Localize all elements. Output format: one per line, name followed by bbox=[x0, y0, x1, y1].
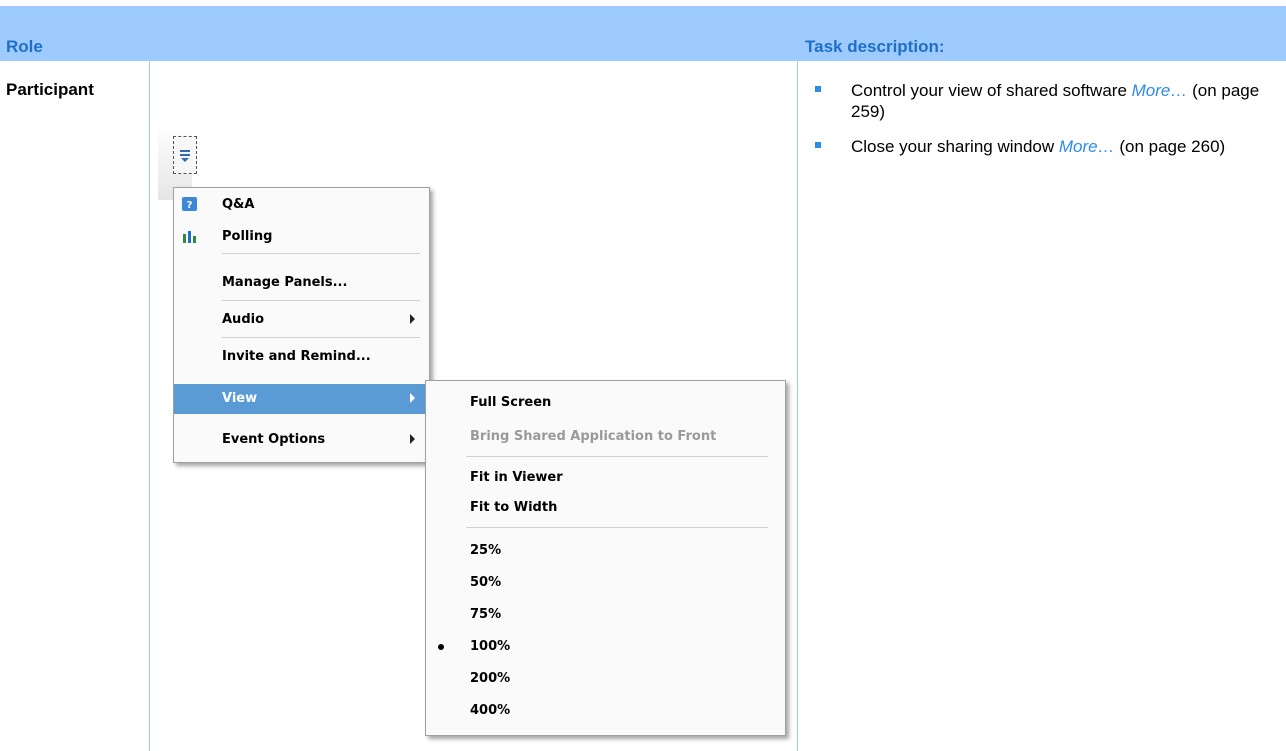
menu-item-polling[interactable]: Polling bbox=[174, 222, 429, 252]
menu-item-label: 200% bbox=[470, 671, 511, 686]
submenu-item-zoom-50[interactable]: 50% bbox=[426, 568, 785, 598]
menu-item-label: Q&A bbox=[222, 197, 255, 212]
menu-item-label: 25% bbox=[470, 543, 502, 558]
submenu-item-zoom-400[interactable]: 400% bbox=[426, 696, 785, 726]
menu-item-label: Fit in Viewer bbox=[470, 470, 563, 485]
menu-item-label: Fit to Width bbox=[470, 500, 558, 515]
menu-item-label: Polling bbox=[222, 229, 273, 244]
task-text: Close your sharing window bbox=[851, 137, 1059, 156]
submenu-arrow-icon bbox=[410, 393, 415, 403]
column-divider bbox=[797, 61, 798, 751]
menu-toggle-button[interactable] bbox=[173, 136, 197, 174]
menu-item-qa[interactable]: ? Q&A bbox=[174, 190, 429, 220]
submenu-item-fit-viewer[interactable]: Fit in Viewer bbox=[426, 463, 785, 493]
page-reference: (on page 260) bbox=[1114, 137, 1226, 156]
submenu-item-zoom-75[interactable]: 75% bbox=[426, 600, 785, 630]
submenu-arrow-icon bbox=[410, 314, 415, 324]
menu-item-manage-panels[interactable]: Manage Panels... bbox=[174, 268, 429, 298]
submenu-item-full-screen[interactable]: Full Screen bbox=[426, 388, 785, 418]
polling-icon bbox=[183, 231, 196, 243]
task-text: Control your view of shared software bbox=[851, 81, 1132, 100]
menu-item-label: Invite and Remind... bbox=[222, 349, 371, 364]
menu-item-label: View bbox=[222, 391, 258, 406]
menu-separator bbox=[222, 253, 420, 254]
submenu-item-zoom-25[interactable]: 25% bbox=[426, 536, 785, 566]
panel-menu: ? Q&A Polling Manage Panels... Audio Inv… bbox=[173, 187, 430, 463]
menu-separator bbox=[466, 527, 768, 528]
menu-item-label: Bring Shared Application to Front bbox=[470, 429, 717, 444]
column-divider bbox=[149, 61, 150, 751]
menu-separator bbox=[222, 337, 420, 338]
table-header bbox=[0, 6, 1286, 61]
checked-dot-icon bbox=[438, 644, 444, 650]
menu-item-label: Event Options bbox=[222, 432, 326, 447]
bullet-icon bbox=[815, 86, 821, 92]
more-link[interactable]: More… bbox=[1059, 137, 1115, 156]
task-list: Control your view of shared software Mor… bbox=[805, 80, 1275, 171]
submenu-item-zoom-200[interactable]: 200% bbox=[426, 664, 785, 694]
menu-item-label: 50% bbox=[470, 575, 502, 590]
submenu-item-bring-to-front[interactable]: Bring Shared Application to Front bbox=[426, 422, 785, 452]
menu-item-event-options[interactable]: Event Options bbox=[174, 425, 429, 455]
menu-separator bbox=[466, 456, 768, 457]
menu-separator bbox=[222, 300, 420, 301]
menu-item-label: Full Screen bbox=[470, 395, 552, 410]
qa-icon: ? bbox=[182, 197, 197, 211]
task-column-header: Task description: bbox=[805, 37, 945, 56]
menu-item-view[interactable]: View bbox=[174, 384, 429, 414]
menu-item-audio[interactable]: Audio bbox=[174, 305, 429, 335]
view-submenu: Full Screen Bring Shared Application to … bbox=[425, 380, 786, 736]
bullet-icon bbox=[815, 142, 821, 148]
submenu-arrow-icon bbox=[410, 434, 415, 444]
role-column-header: Role bbox=[6, 37, 43, 56]
submenu-item-fit-width[interactable]: Fit to Width bbox=[426, 493, 785, 523]
menu-item-invite-remind[interactable]: Invite and Remind... bbox=[174, 342, 429, 372]
menu-item-label: 400% bbox=[470, 703, 511, 718]
svg-text:?: ? bbox=[187, 200, 193, 211]
dropdown-icon bbox=[180, 150, 190, 162]
menu-item-label: Audio bbox=[222, 312, 265, 327]
task-item: Close your sharing window More… (on page… bbox=[805, 136, 1275, 157]
menu-item-label: 100% bbox=[470, 639, 511, 654]
more-link[interactable]: More… bbox=[1132, 81, 1188, 100]
menu-item-label: Manage Panels... bbox=[222, 275, 348, 290]
role-participant: Participant bbox=[6, 80, 94, 99]
task-item: Control your view of shared software Mor… bbox=[805, 80, 1275, 122]
menu-item-label: 75% bbox=[470, 607, 502, 622]
submenu-item-zoom-100[interactable]: 100% bbox=[426, 632, 785, 662]
